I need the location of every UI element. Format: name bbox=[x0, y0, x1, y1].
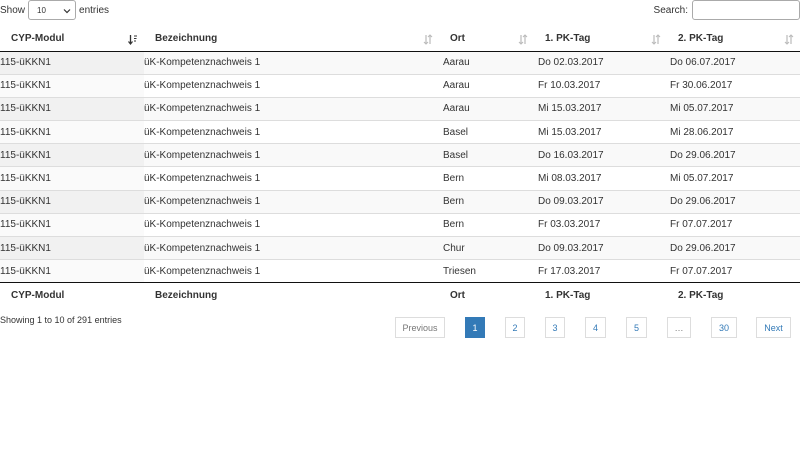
page-button-3[interactable]: 3 bbox=[545, 317, 565, 338]
cell-bezeichnung: üK-Kompetenznachweis 1 bbox=[144, 120, 439, 144]
table-row: 115-üKKN1 üK-Kompetenznachweis 1 Aarau M… bbox=[0, 96, 800, 121]
column-header-cyp-modul[interactable]: CYP-Modul bbox=[0, 28, 144, 52]
cell-pk-tag-2: Mi 05.07.2017 bbox=[667, 166, 800, 191]
cell-ort: Aarau bbox=[439, 73, 534, 98]
pagination: Previous 1 2 3 4 5 … 30 Next bbox=[395, 317, 791, 338]
cell-pk-tag-2: Do 29.06.2017 bbox=[667, 235, 800, 260]
sort-both-icon bbox=[423, 34, 433, 45]
cell-pk-tag-1: Do 16.03.2017 bbox=[534, 143, 667, 167]
cell-ort: Triesen bbox=[439, 259, 534, 283]
cell-pk-tag-2: Mi 05.07.2017 bbox=[667, 96, 800, 121]
cell-cyp-modul: 115-üKKN1 bbox=[0, 259, 144, 283]
cell-bezeichnung: üK-Kompetenznachweis 1 bbox=[144, 259, 439, 283]
cell-cyp-modul: 115-üKKN1 bbox=[0, 73, 144, 98]
cell-bezeichnung: üK-Kompetenznachweis 1 bbox=[144, 143, 439, 167]
cell-ort: Bern bbox=[439, 166, 534, 191]
cell-ort: Aarau bbox=[439, 51, 534, 75]
page-button-4[interactable]: 4 bbox=[585, 317, 606, 338]
cell-bezeichnung: üK-Kompetenznachweis 1 bbox=[144, 73, 439, 98]
column-header-bezeichnung[interactable]: Bezeichnung bbox=[144, 28, 439, 52]
entries-select-value: 10 bbox=[37, 5, 46, 15]
cell-ort: Bern bbox=[439, 189, 534, 214]
cell-cyp-modul: 115-üKKN1 bbox=[0, 120, 144, 144]
column-header-pk-tag-1[interactable]: 1. PK-Tag bbox=[534, 28, 667, 52]
table-controls: Show 10 entries Search: bbox=[0, 0, 800, 20]
data-table: CYP-Modul Bezeichnung Ort 1. PK-Tag 2. P… bbox=[0, 28, 800, 308]
column-footer-pk-tag-2: 2. PK-Tag bbox=[667, 282, 800, 308]
cell-ort: Basel bbox=[439, 143, 534, 167]
table-row: 115-üKKN1 üK-Kompetenznachweis 1 Bern Fr… bbox=[0, 212, 800, 237]
cell-cyp-modul: 115-üKKN1 bbox=[0, 189, 144, 214]
table-row: 115-üKKN1 üK-Kompetenznachweis 1 Aarau F… bbox=[0, 73, 800, 98]
table-info: Showing 1 to 10 of 291 entries bbox=[0, 315, 122, 325]
cell-pk-tag-2: Do 29.06.2017 bbox=[667, 189, 800, 214]
search-label: Search: bbox=[653, 4, 688, 16]
cell-pk-tag-1: Fr 03.03.2017 bbox=[534, 212, 667, 237]
table-row: 115-üKKN1 üK-Kompetenznachweis 1 Basel M… bbox=[0, 120, 800, 144]
table-row: 115-üKKN1 üK-Kompetenznachweis 1 Triesen… bbox=[0, 259, 800, 283]
cell-cyp-modul: 115-üKKN1 bbox=[0, 51, 144, 75]
cell-pk-tag-2: Do 29.06.2017 bbox=[667, 143, 800, 167]
cell-bezeichnung: üK-Kompetenznachweis 1 bbox=[144, 212, 439, 237]
page-ellipsis: … bbox=[667, 317, 691, 338]
cell-pk-tag-2: Fr 07.07.2017 bbox=[667, 212, 800, 237]
cell-cyp-modul: 115-üKKN1 bbox=[0, 235, 144, 260]
cell-ort: Basel bbox=[439, 120, 534, 144]
cell-pk-tag-1: Mi 08.03.2017 bbox=[534, 166, 667, 191]
cell-ort: Bern bbox=[439, 212, 534, 237]
sort-both-icon bbox=[784, 34, 794, 45]
cell-ort: Aarau bbox=[439, 96, 534, 121]
page-button-1[interactable]: 1 bbox=[465, 317, 485, 338]
cell-cyp-modul: 115-üKKN1 bbox=[0, 96, 144, 121]
column-footer-cyp-modul: CYP-Modul bbox=[0, 282, 144, 308]
cell-cyp-modul: 115-üKKN1 bbox=[0, 166, 144, 191]
entries-select[interactable]: 10 bbox=[28, 0, 77, 20]
table-row: 115-üKKN1 üK-Kompetenznachweis 1 Basel D… bbox=[0, 143, 800, 167]
search-control: Search: bbox=[654, 0, 800, 20]
footer-row: CYP-Modul Bezeichnung Ort 1. PK-Tag 2. P… bbox=[0, 282, 800, 308]
cell-cyp-modul: 115-üKKN1 bbox=[0, 143, 144, 167]
cell-cyp-modul: 115-üKKN1 bbox=[0, 212, 144, 237]
sort-both-icon bbox=[651, 34, 661, 45]
column-footer-ort: Ort bbox=[439, 282, 534, 308]
cell-bezeichnung: üK-Kompetenznachweis 1 bbox=[144, 96, 439, 121]
table-row: 115-üKKN1 üK-Kompetenznachweis 1 Bern Mi… bbox=[0, 166, 800, 191]
cell-pk-tag-1: Do 09.03.2017 bbox=[534, 189, 667, 214]
cell-pk-tag-1: Fr 10.03.2017 bbox=[534, 73, 667, 98]
column-footer-pk-tag-1: 1. PK-Tag bbox=[534, 282, 667, 308]
page-button-5[interactable]: 5 bbox=[626, 317, 647, 338]
cell-pk-tag-1: Do 09.03.2017 bbox=[534, 235, 667, 260]
column-header-ort[interactable]: Ort bbox=[439, 28, 534, 52]
sort-ascending-icon bbox=[128, 35, 137, 45]
cell-pk-tag-1: Mi 15.03.2017 bbox=[534, 96, 667, 121]
cell-bezeichnung: üK-Kompetenznachweis 1 bbox=[144, 166, 439, 191]
page-button-30[interactable]: 30 bbox=[711, 317, 737, 338]
table-row: 115-üKKN1 üK-Kompetenznachweis 1 Aarau D… bbox=[0, 51, 800, 75]
header-row: CYP-Modul Bezeichnung Ort 1. PK-Tag 2. P… bbox=[0, 28, 800, 52]
cell-pk-tag-2: Mi 28.06.2017 bbox=[667, 120, 800, 144]
table-row: 115-üKKN1 üK-Kompetenznachweis 1 Chur Do… bbox=[0, 235, 800, 260]
entries-length-control: Show 10 entries bbox=[0, 0, 109, 20]
cell-bezeichnung: üK-Kompetenznachweis 1 bbox=[144, 189, 439, 214]
column-header-pk-tag-2[interactable]: 2. PK-Tag bbox=[667, 28, 800, 52]
page-button-2[interactable]: 2 bbox=[505, 317, 525, 338]
chevron-down-icon bbox=[63, 9, 71, 14]
cell-pk-tag-2: Do 06.07.2017 bbox=[667, 51, 800, 75]
cell-pk-tag-1: Do 02.03.2017 bbox=[534, 51, 667, 75]
cell-pk-tag-2: Fr 07.07.2017 bbox=[667, 259, 800, 283]
cell-pk-tag-2: Fr 30.06.2017 bbox=[667, 73, 800, 98]
search-input[interactable] bbox=[692, 0, 800, 20]
sort-both-icon bbox=[518, 34, 528, 45]
cell-pk-tag-1: Mi 15.03.2017 bbox=[534, 120, 667, 144]
cell-bezeichnung: üK-Kompetenznachweis 1 bbox=[144, 235, 439, 260]
column-footer-bezeichnung: Bezeichnung bbox=[144, 282, 439, 308]
previous-button[interactable]: Previous bbox=[395, 317, 445, 338]
next-button[interactable]: Next bbox=[756, 317, 791, 338]
entries-label: entries bbox=[79, 4, 110, 16]
table-row: 115-üKKN1 üK-Kompetenznachweis 1 Bern Do… bbox=[0, 189, 800, 214]
cell-bezeichnung: üK-Kompetenznachweis 1 bbox=[144, 51, 439, 75]
cell-ort: Chur bbox=[439, 235, 534, 260]
cell-pk-tag-1: Fr 17.03.2017 bbox=[534, 259, 667, 283]
show-label: Show bbox=[0, 4, 26, 16]
